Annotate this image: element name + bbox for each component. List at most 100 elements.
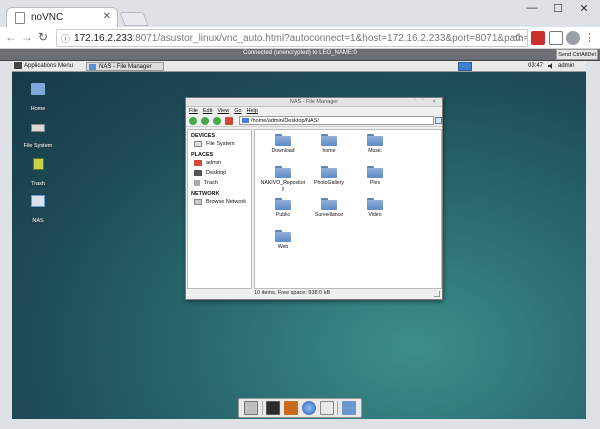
folder-icon (367, 134, 383, 146)
dock-separator (337, 401, 339, 415)
extension-icon[interactable] (549, 31, 563, 45)
folder-icon (321, 166, 337, 178)
address-bar[interactable]: ⓘ 172.16.2.233 :8071/asustor_linux/vnc_a… (56, 29, 528, 47)
app-menu-icon (14, 62, 22, 69)
sidebar-item-trash[interactable]: Trash (188, 178, 251, 188)
chrome-menu-icon[interactable]: ⋮ (584, 31, 595, 45)
window-maximize-icon[interactable]: ˆ (422, 99, 424, 105)
tab-title: noVNC (31, 12, 64, 23)
file-item[interactable]: Web (260, 230, 306, 256)
path-text: /home/admin/Desktop/NAS/ (251, 117, 319, 124)
desktop-icon-label: File System (21, 143, 55, 149)
cast-extension-icon[interactable] (566, 31, 580, 45)
web-browser-icon[interactable] (301, 401, 316, 415)
trash-icon (32, 158, 44, 170)
menu-go[interactable]: Go (234, 108, 241, 114)
window-close-icon[interactable]: ✕ (432, 99, 436, 105)
file-manager-icon[interactable] (284, 401, 299, 415)
file-item[interactable]: Video (352, 198, 398, 224)
home-folder-icon (31, 83, 45, 95)
file-item-label: Surveillance (314, 212, 344, 218)
file-item-label: NAKIVO_Repository (260, 180, 306, 192)
bottom-dock (238, 398, 362, 418)
new-tab-button[interactable] (119, 12, 149, 26)
novnc-status-bar: Connected (unencrypted) to LEO_NAME:0 Se… (0, 49, 600, 61)
folder-icon[interactable] (342, 401, 357, 415)
sidebar-item-label: Desktop (206, 170, 227, 176)
terminal-icon[interactable] (266, 401, 281, 415)
tab-close-icon[interactable]: ✕ (103, 11, 111, 22)
forward-icon[interactable]: → (20, 30, 34, 44)
taskbar-item-file-manager[interactable]: NAS - File Manager (86, 62, 164, 71)
menu-help[interactable]: Help (247, 108, 258, 114)
minimize-button[interactable]: — (522, 2, 542, 14)
desktop-icon-nas[interactable]: NAS (18, 195, 58, 227)
folder-icon (275, 230, 291, 242)
forward-icon[interactable] (201, 117, 209, 125)
desktop-icon-trash[interactable]: Trash (18, 158, 58, 190)
desktop-icon-home[interactable]: Home (18, 83, 58, 115)
go-icon[interactable] (435, 117, 442, 124)
path-input[interactable]: /home/admin/Desktop/NAS/ (239, 116, 434, 125)
menu-bar: File Edit View Go Help (186, 107, 442, 115)
folder-icon (367, 198, 383, 210)
reload-icon[interactable]: ↻ (36, 30, 50, 44)
menu-file[interactable]: File (189, 108, 198, 114)
network-icon (194, 199, 202, 205)
drive-icon (31, 124, 45, 132)
file-item[interactable]: NAKIVO_Repository (260, 166, 306, 192)
back-icon[interactable] (189, 117, 197, 125)
status-bar: 10 items, Free space: 938.0 kB (254, 290, 331, 296)
file-manager-window: NAS - File Manager ˇ ˆ ✕ File Edit View … (185, 97, 443, 300)
folder-icon (242, 118, 249, 123)
window-titlebar[interactable]: NAS - File Manager ˇ ˆ ✕ (186, 98, 442, 107)
file-item[interactable]: PhotoGallery (306, 166, 352, 192)
close-window-button[interactable]: ✕ (574, 2, 594, 15)
back-icon[interactable]: ← (4, 30, 18, 44)
resize-grip[interactable] (434, 291, 440, 297)
send-ctrl-alt-del-button[interactable]: Send CtrlAltDel (556, 49, 598, 60)
taskbar-item-label: NAS - File Manager (99, 63, 152, 70)
folder-icon (275, 134, 291, 146)
menu-edit[interactable]: Edit (203, 108, 212, 114)
home-icon (194, 160, 202, 166)
folder-icon (321, 198, 337, 210)
speaker-icon[interactable] (547, 62, 555, 70)
user-menu[interactable]: admin (558, 63, 574, 69)
workspace-switcher[interactable] (458, 62, 472, 71)
desktop-icon-file-system[interactable]: File System (18, 121, 58, 152)
maximize-button[interactable]: ☐ (548, 2, 568, 15)
desktop-icon-label: Home (28, 106, 48, 112)
sidebar-item-file-system[interactable]: File System (188, 139, 251, 149)
file-item[interactable]: Surveillance (306, 198, 352, 224)
menu-view[interactable]: View (217, 108, 229, 114)
file-item[interactable]: Music (352, 134, 398, 160)
window-title: NAS - File Manager (289, 99, 339, 105)
trash-icon (194, 180, 200, 186)
info-icon[interactable]: ⓘ (61, 32, 70, 45)
sidebar-item-admin[interactable]: admin (188, 158, 251, 168)
pdf-extension-icon[interactable] (531, 31, 545, 45)
app-finder-icon[interactable] (319, 401, 334, 415)
show-desktop-icon[interactable] (243, 401, 258, 415)
applications-menu-button[interactable]: Applications Menu (14, 62, 73, 69)
sidebar-item-browse-network[interactable]: Browse Network (188, 197, 251, 207)
bookmark-star-icon[interactable]: ☆ (513, 31, 523, 44)
home-icon[interactable] (225, 117, 233, 125)
browser-tab[interactable]: noVNC ✕ (6, 7, 118, 27)
window-minimize-icon[interactable]: ˇ (414, 99, 416, 105)
page-icon (15, 11, 25, 24)
file-item[interactable]: Plex (352, 166, 398, 192)
file-item[interactable]: home (306, 134, 352, 160)
sidebar-item-desktop[interactable]: Desktop (188, 168, 251, 178)
folder-icon (367, 166, 383, 178)
sidebar-item-label: admin (206, 160, 221, 166)
folder-icon (321, 134, 337, 146)
file-item-label: PhotoGallery (314, 180, 344, 186)
file-item[interactable]: Public (260, 198, 306, 224)
folder-icon (275, 166, 291, 178)
up-icon[interactable] (213, 117, 221, 125)
file-item[interactable]: Download (260, 134, 306, 160)
remote-desktop[interactable]: Applications Menu NAS - File Manager 03:… (12, 61, 586, 419)
file-item-label: Plex (369, 180, 381, 186)
